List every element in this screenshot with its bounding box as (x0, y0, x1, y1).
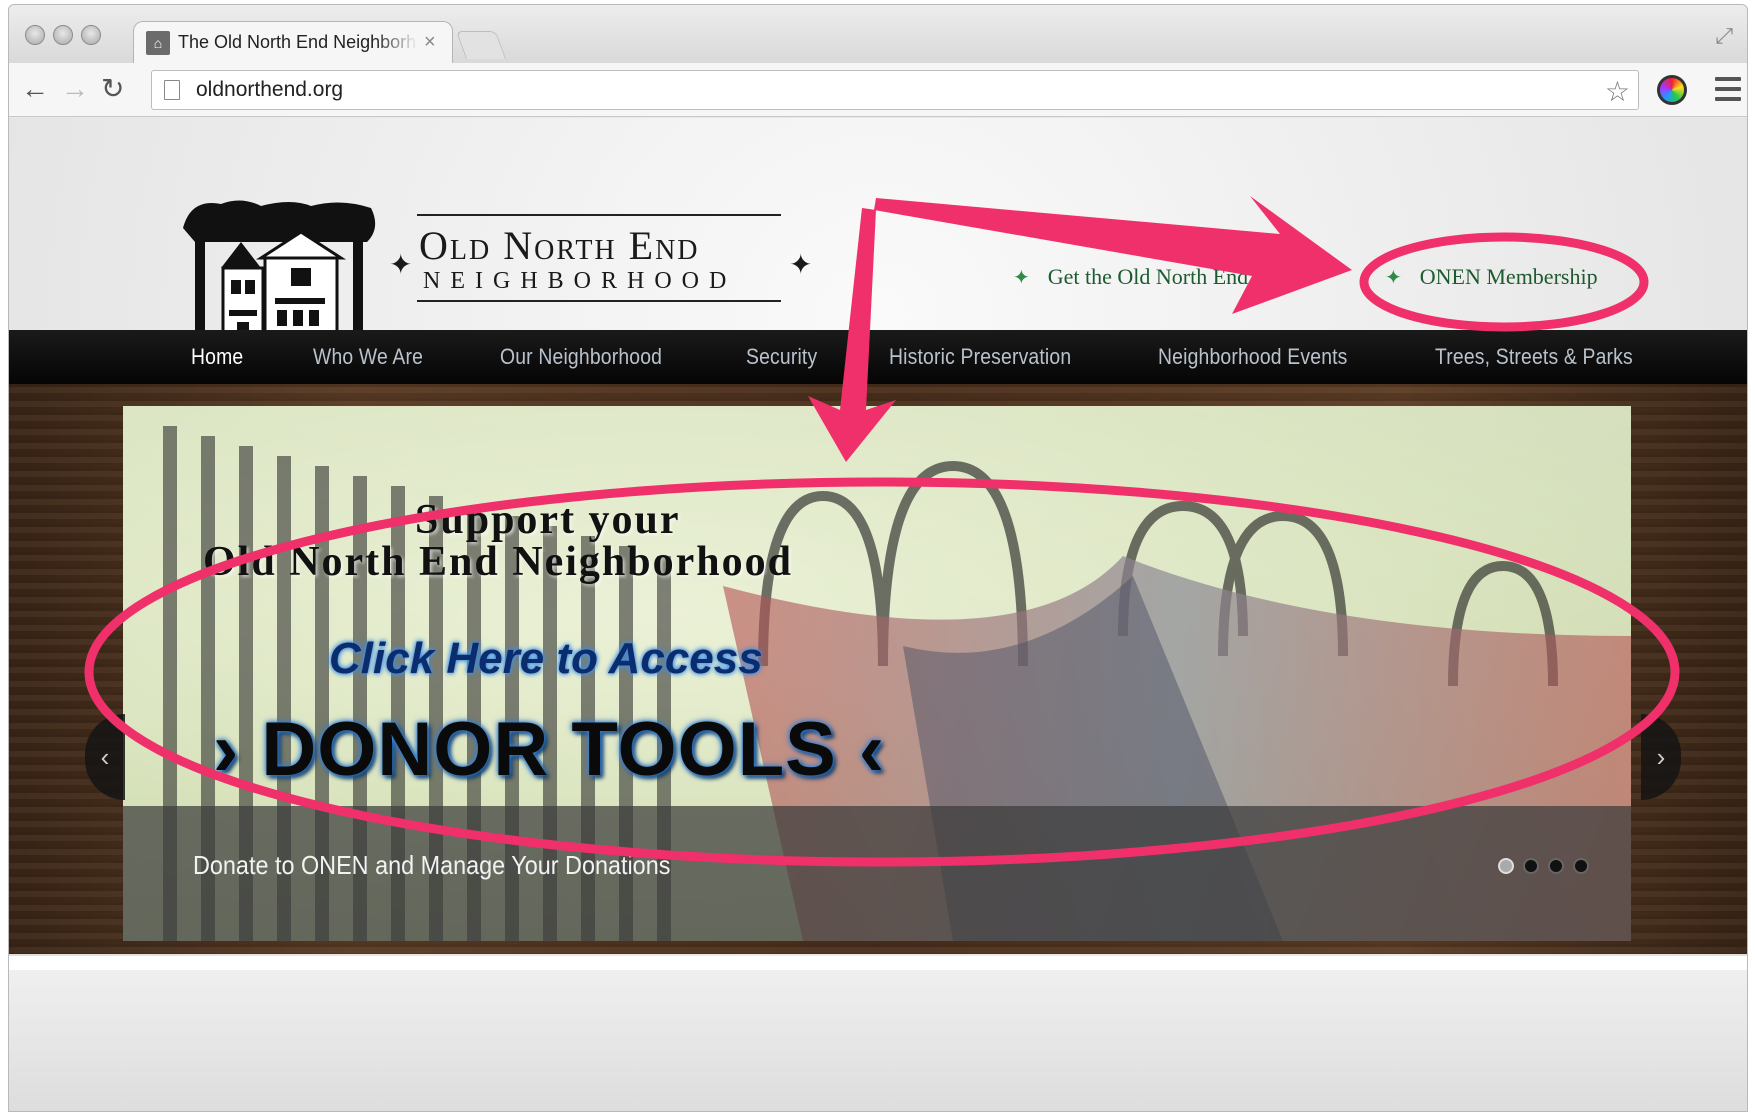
slide-heading-line2: Old North End Neighborhood (203, 539, 793, 585)
logo-diamond-right-icon: ✦ (789, 249, 813, 280)
logo-title: Old North End (419, 223, 700, 268)
book-link-label: Get the Old North End Book (1047, 264, 1302, 289)
slide-cta-line1[interactable]: Click Here to Access (329, 634, 763, 684)
browser-tab-active[interactable]: ⌂ The Old North End Neighborhood × (133, 21, 453, 63)
fullscreen-icon[interactable]: ⤢ (1715, 23, 1733, 49)
nav-security[interactable]: Security (746, 344, 817, 370)
content-gap (9, 956, 1747, 970)
address-bar[interactable]: oldnorthend.org ☆ (151, 70, 1639, 110)
logo-rule-bottom (417, 300, 781, 302)
bookmark-star-icon[interactable]: ☆ (1605, 75, 1630, 108)
slide-caption: Donate to ONEN and Manage Your Donations (193, 850, 671, 880)
slide-pagination (1498, 858, 1589, 874)
slide-dot-4[interactable] (1573, 858, 1589, 874)
slide-dot-3[interactable] (1548, 858, 1564, 874)
favicon-icon: ⌂ (146, 30, 170, 55)
star-bullet-icon: ✦ (1013, 266, 1030, 289)
footer-band (9, 970, 1747, 1111)
nav-home[interactable]: Home (191, 344, 243, 370)
site-logo[interactable]: ✦ Old North End NEIGHBORHOOD ✦ (389, 214, 819, 304)
donor-tools-link[interactable]: › DONOR TOOLS ‹ (213, 706, 885, 793)
minimize-window-button[interactable] (53, 25, 73, 45)
book-link[interactable]: ✦ Get the Old North End Book (1013, 264, 1301, 290)
hero-slider[interactable]: Support your Old North End Neighborhood … (123, 406, 1631, 941)
extension-icon[interactable] (1657, 75, 1687, 105)
slide-dot-1[interactable] (1498, 858, 1514, 874)
zoom-window-button[interactable] (81, 25, 101, 45)
slide-dot-2[interactable] (1523, 858, 1539, 874)
forward-arrow-icon[interactable]: → (61, 75, 89, 103)
nav-trees-streets-parks[interactable]: Trees, Streets & Parks (1435, 344, 1633, 370)
nav-historic-preservation[interactable]: Historic Preservation (889, 344, 1071, 370)
logo-diamond-left-icon: ✦ (389, 249, 413, 280)
tab-title: The Old North End Neighborhood (178, 32, 418, 52)
url-text: oldnorthend.org (196, 78, 344, 101)
tab-close-icon[interactable]: × (424, 31, 436, 54)
logo-subtitle: NEIGHBORHOOD (423, 268, 737, 294)
membership-link-label: ONEN Membership (1419, 264, 1598, 289)
logo-rule-top (417, 214, 781, 216)
nav-our-neighborhood[interactable]: Our Neighborhood (500, 344, 662, 370)
main-navigation: Home Who We Are Our Neighborhood Securit… (9, 330, 1747, 384)
slide-heading-line1: Support your (415, 497, 681, 543)
new-tab-button[interactable] (455, 31, 507, 59)
star-bullet-icon: ✦ (1385, 266, 1402, 289)
nav-who-we-are[interactable]: Who We Are (313, 344, 423, 370)
web-page: ✦ Old North End NEIGHBORHOOD ✦ ✦ Get the… (9, 118, 1747, 1111)
nav-neighborhood-events[interactable]: Neighborhood Events (1158, 344, 1348, 370)
back-arrow-icon[interactable]: ← (21, 75, 49, 103)
page-icon (164, 80, 180, 100)
reload-icon[interactable]: ↻ (101, 75, 124, 103)
browser-menu-icon[interactable] (1715, 77, 1741, 101)
close-window-button[interactable] (25, 25, 45, 45)
title-bar: ⌂ The Old North End Neighborhood × ⤢ (9, 5, 1747, 63)
slide-caption-bar: Donate to ONEN and Manage Your Donations (123, 806, 1631, 941)
browser-window: ⌂ The Old North End Neighborhood × ⤢ ← →… (8, 4, 1748, 1112)
browser-toolbar: ← → ↻ oldnorthend.org ☆ (9, 63, 1747, 117)
membership-link[interactable]: ✦ ONEN Membership (1385, 264, 1598, 290)
